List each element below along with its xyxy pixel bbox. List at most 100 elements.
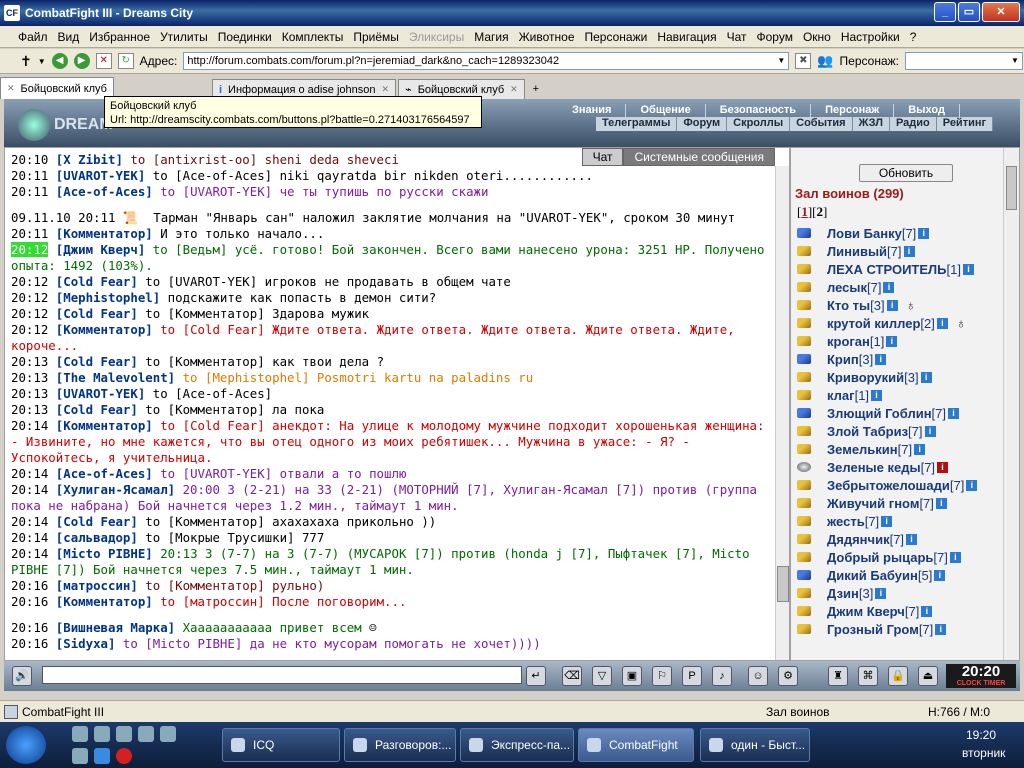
menu-item[interactable]: Вид [58, 30, 80, 44]
chat-time[interactable]: 20:13 [11, 386, 48, 401]
player-name[interactable]: ЛЕХА СТРОИТЕЛЬ [827, 262, 947, 277]
player-row[interactable]: Злой Табриз [7] i [795, 422, 1003, 440]
player-name[interactable]: Злой Табриз [827, 424, 908, 439]
chat-time[interactable]: 20:14 [11, 418, 48, 433]
player-row[interactable]: ЛЕХА СТРОИТЕЛЬ [1] i [795, 260, 1003, 278]
chat-time[interactable]: 20:14 [11, 514, 48, 529]
chat-nick[interactable]: [Комментатор] [56, 322, 153, 337]
chat-time[interactable]: 20:11 [11, 168, 48, 183]
menu-item[interactable]: Поединки [218, 30, 272, 44]
menu-item[interactable]: Персонажи [585, 30, 648, 44]
maximize-button[interactable]: ▭ [958, 2, 980, 22]
subnav-link[interactable]: ЖЗЛ [853, 117, 890, 131]
menu-item[interactable]: Утилиты [160, 30, 208, 44]
chat-nick[interactable]: [Cold Fear] [56, 274, 138, 289]
ie-icon[interactable] [94, 748, 110, 764]
chat-recipient[interactable]: to [Комментатор] [138, 514, 264, 529]
tab-club-1[interactable]: ✕ Бойцовский клуб [0, 77, 114, 99]
chat-recipient[interactable]: to [antixrist-oo] [123, 152, 257, 167]
nav-link[interactable]: Общение [626, 104, 706, 118]
chat-time[interactable]: 20:12 [11, 322, 48, 337]
player-row[interactable]: клаг [1] i [795, 386, 1003, 404]
stop-button[interactable]: ✕ [95, 53, 112, 69]
exit-icon[interactable]: ⏏ [918, 666, 938, 686]
info-icon[interactable]: i [903, 245, 915, 257]
chat-time[interactable]: 20:12 [11, 274, 48, 289]
subnav-link[interactable]: Радио [890, 117, 937, 131]
page-link[interactable]: 2 [817, 204, 824, 219]
info-icon[interactable]: i [875, 587, 887, 599]
chat-time[interactable]: 20:13 [11, 402, 48, 417]
menu-item[interactable]: Эликсиры [409, 30, 464, 44]
player-name[interactable]: Добрый рыцарь [827, 550, 933, 565]
chat-time[interactable]: 20:16 [11, 636, 48, 651]
url-input[interactable]: http://forum.combats.com/forum.pl?n=jere… [183, 52, 790, 70]
persona-dropdown-icon[interactable]: ▼ [1008, 53, 1022, 69]
scrollbar-thumb[interactable] [1006, 166, 1017, 210]
info-icon[interactable]: i [886, 299, 898, 311]
player-row[interactable]: Грозный Гром [7] i [795, 620, 1003, 638]
info-icon[interactable]: i [914, 443, 926, 455]
player-row[interactable]: Дядянчик [7] i [795, 530, 1003, 548]
player-name[interactable]: Злющий Гоблин [827, 406, 932, 421]
task-combatfight[interactable]: CombatFight [578, 728, 694, 762]
chat-recipient[interactable]: to [UVAROT-YEK] [153, 466, 272, 481]
player-row[interactable]: лесык [7] i [795, 278, 1003, 296]
player-name[interactable]: Дзин [827, 586, 859, 601]
menu-item[interactable]: Окно [803, 30, 831, 44]
menu-item[interactable]: Чат [727, 30, 747, 44]
chat-nick[interactable]: [Mephistophel] [56, 290, 160, 305]
player-name[interactable]: Кто ты [827, 298, 870, 313]
refresh-button[interactable]: ↻ [117, 53, 134, 69]
quicklaunch-icon[interactable] [72, 748, 88, 764]
chat-time[interactable]: 20:10 [11, 152, 48, 167]
smile-icon[interactable]: ☺ [748, 666, 768, 686]
nav-link[interactable]: Знания [558, 104, 627, 118]
chat-nick[interactable]: [Хулиган-Ясамал] [56, 482, 175, 497]
menu-item[interactable]: Животное [519, 30, 575, 44]
send-icon[interactable]: ↵ [526, 666, 546, 686]
player-row[interactable]: Криворукий [3] i [795, 368, 1003, 386]
tab-system-messages[interactable]: Системные сообщения [623, 148, 775, 166]
player-row[interactable]: Крип [3] i [795, 350, 1003, 368]
player-row[interactable]: Дикий Бабуин [5] i [795, 566, 1003, 584]
chat-recipient[interactable]: to [Комментатор] [138, 402, 264, 417]
info-icon[interactable]: i [920, 371, 932, 383]
tab-close-icon[interactable]: ✕ [382, 84, 390, 95]
chat-time[interactable]: 20:12 [11, 290, 48, 305]
chat-nick[interactable]: [Джим Кверч] [56, 242, 146, 257]
chat-nick[interactable]: [Cold Fear] [56, 514, 138, 529]
chat-recipient[interactable]: to [Cold Fear] [153, 322, 264, 337]
info-icon[interactable]: i [886, 335, 898, 347]
player-name[interactable]: жесть [827, 514, 865, 529]
chat-time[interactable]: 20:12 [11, 306, 48, 321]
scrollbar-thumb[interactable] [777, 566, 789, 602]
task-icq[interactable]: ICQ [222, 728, 340, 762]
player-name[interactable]: клаг [827, 388, 855, 403]
info-icon[interactable]: i [962, 263, 974, 275]
nav-link[interactable]: Безопасность [706, 104, 812, 118]
player-row[interactable]: Зеленые кеды [7] i [795, 458, 1003, 476]
info-icon[interactable]: i [875, 353, 887, 365]
info-icon[interactable]: i [948, 407, 960, 419]
menu-item[interactable]: Файл [18, 30, 48, 44]
chat-recipient[interactable]: to [Комментатор] [138, 306, 264, 321]
chat-recipient[interactable]: to [UVAROT-YEK] [138, 274, 257, 289]
player-row[interactable]: крутой киллер [2] i ♁ [795, 314, 1003, 332]
inventory-icon[interactable]: ♜ [828, 666, 848, 686]
url-dropdown-icon[interactable]: ▼ [774, 53, 788, 69]
chat-time[interactable]: 20:13 [11, 370, 48, 385]
quicklaunch-icon[interactable] [138, 726, 154, 742]
task-odin[interactable]: один - Быст... [700, 728, 810, 762]
chat-time[interactable]: 20:14 [11, 546, 48, 561]
save-icon[interactable]: ▣ [622, 666, 642, 686]
chat-recipient[interactable]: to [Комментатор] [138, 578, 264, 593]
walk-icon[interactable]: ⚐ [652, 666, 672, 686]
chat-time[interactable]: 20:16 [11, 620, 48, 635]
info-icon[interactable]: i [935, 623, 947, 635]
start-button[interactable] [6, 726, 46, 764]
chat-nick[interactable]: [Cold Fear] [56, 306, 138, 321]
chat-time[interactable]: 20:14 [11, 482, 48, 497]
minimize-button[interactable]: _ [934, 2, 956, 22]
chat-recipient[interactable]: to [UVAROT-YEK] [153, 184, 272, 199]
